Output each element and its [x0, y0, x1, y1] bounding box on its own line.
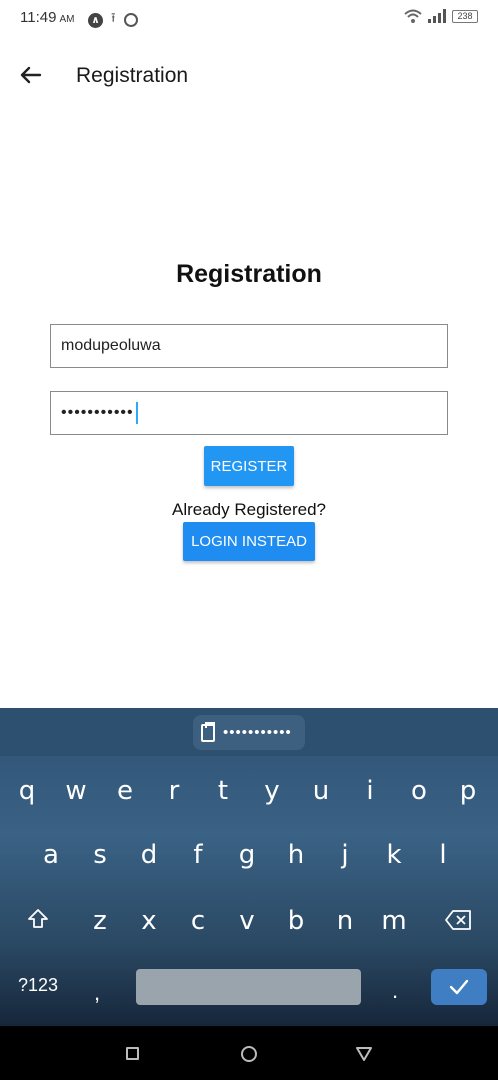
key-r[interactable]: r	[154, 776, 194, 806]
nav-back-button[interactable]	[355, 1046, 373, 1067]
key-k[interactable]: k	[374, 840, 414, 870]
key-x[interactable]: x	[129, 906, 169, 936]
status-ampm: AM	[59, 14, 75, 25]
key-a[interactable]: a	[31, 840, 71, 870]
key-y[interactable]: y	[252, 776, 292, 806]
system-icons: 238	[404, 9, 478, 23]
signal-icon	[428, 9, 446, 23]
notification-icons: ∧ ⭱	[88, 9, 138, 31]
text-caret	[135, 402, 138, 424]
home-button[interactable]	[241, 1046, 257, 1062]
app-bar: Registration	[0, 36, 498, 110]
already-registered-text: Already Registered?	[171, 500, 327, 519]
clipboard-suggestion[interactable]: •••••••••••	[193, 715, 305, 750]
key-t[interactable]: t	[203, 776, 243, 806]
numbers-key[interactable]: ?123	[18, 975, 58, 996]
back-button[interactable]	[16, 60, 46, 90]
recents-button[interactable]	[126, 1047, 139, 1060]
key-w[interactable]: w	[56, 776, 96, 806]
key-c[interactable]: c	[178, 906, 218, 936]
comma-key[interactable]: ,	[94, 980, 100, 1006]
key-z[interactable]: z	[80, 906, 120, 936]
key-m[interactable]: m	[374, 906, 414, 936]
clipboard-icon	[201, 721, 215, 742]
clipboard-text: •••••••••••	[223, 724, 292, 741]
key-u[interactable]: u	[301, 776, 341, 806]
key-l[interactable]: l	[423, 840, 463, 870]
status-time-value: 11:49	[20, 9, 57, 26]
login-instead-button[interactable]: LOGIN INSTEAD	[183, 522, 315, 561]
page-heading: Registration	[176, 260, 322, 288]
check-icon	[449, 979, 469, 995]
wifi-icon	[404, 9, 422, 23]
space-key[interactable]	[136, 969, 361, 1005]
done-key[interactable]	[431, 969, 487, 1005]
password-input[interactable]: •••••••••••	[50, 391, 448, 435]
key-g[interactable]: g	[227, 840, 267, 870]
username-value: modupeoluwa	[61, 337, 161, 354]
register-button[interactable]: REGISTER	[204, 446, 294, 486]
period-key[interactable]: .	[392, 978, 398, 1004]
battery-icon: 238	[452, 9, 478, 23]
app-bar-title: Registration	[76, 64, 189, 87]
key-f[interactable]: f	[178, 840, 218, 870]
status-bar: 11:49 AM ∧ ⭱ 238	[0, 0, 498, 36]
upload-icon: ⭱	[111, 10, 116, 25]
password-value: •••••••••••	[61, 404, 134, 421]
key-e[interactable]: e	[105, 776, 145, 806]
key-n[interactable]: n	[325, 906, 365, 936]
shift-key[interactable]	[26, 907, 50, 936]
backspace-icon	[445, 910, 471, 930]
key-j[interactable]: j	[325, 840, 365, 870]
key-o[interactable]: o	[399, 776, 439, 806]
key-i[interactable]: i	[350, 776, 390, 806]
key-v[interactable]: v	[227, 906, 267, 936]
shift-icon	[28, 909, 48, 928]
app-notification-icon: ∧	[88, 12, 103, 28]
triangle-back-icon	[356, 1047, 372, 1061]
key-s[interactable]: s	[80, 840, 120, 870]
key-d[interactable]: d	[129, 840, 169, 870]
status-time: 11:49 AM	[20, 9, 74, 26]
key-h[interactable]: h	[276, 840, 316, 870]
backspace-key[interactable]	[444, 909, 472, 936]
suggestion-strip: •••••••••••	[0, 708, 498, 756]
system-nav-bar	[0, 1026, 498, 1080]
key-q[interactable]: q	[7, 776, 47, 806]
key-p[interactable]: p	[448, 776, 488, 806]
username-input[interactable]: modupeoluwa	[50, 324, 448, 368]
whatsapp-icon	[123, 13, 138, 27]
arrow-left-icon	[20, 66, 42, 84]
key-b[interactable]: b	[276, 906, 316, 936]
